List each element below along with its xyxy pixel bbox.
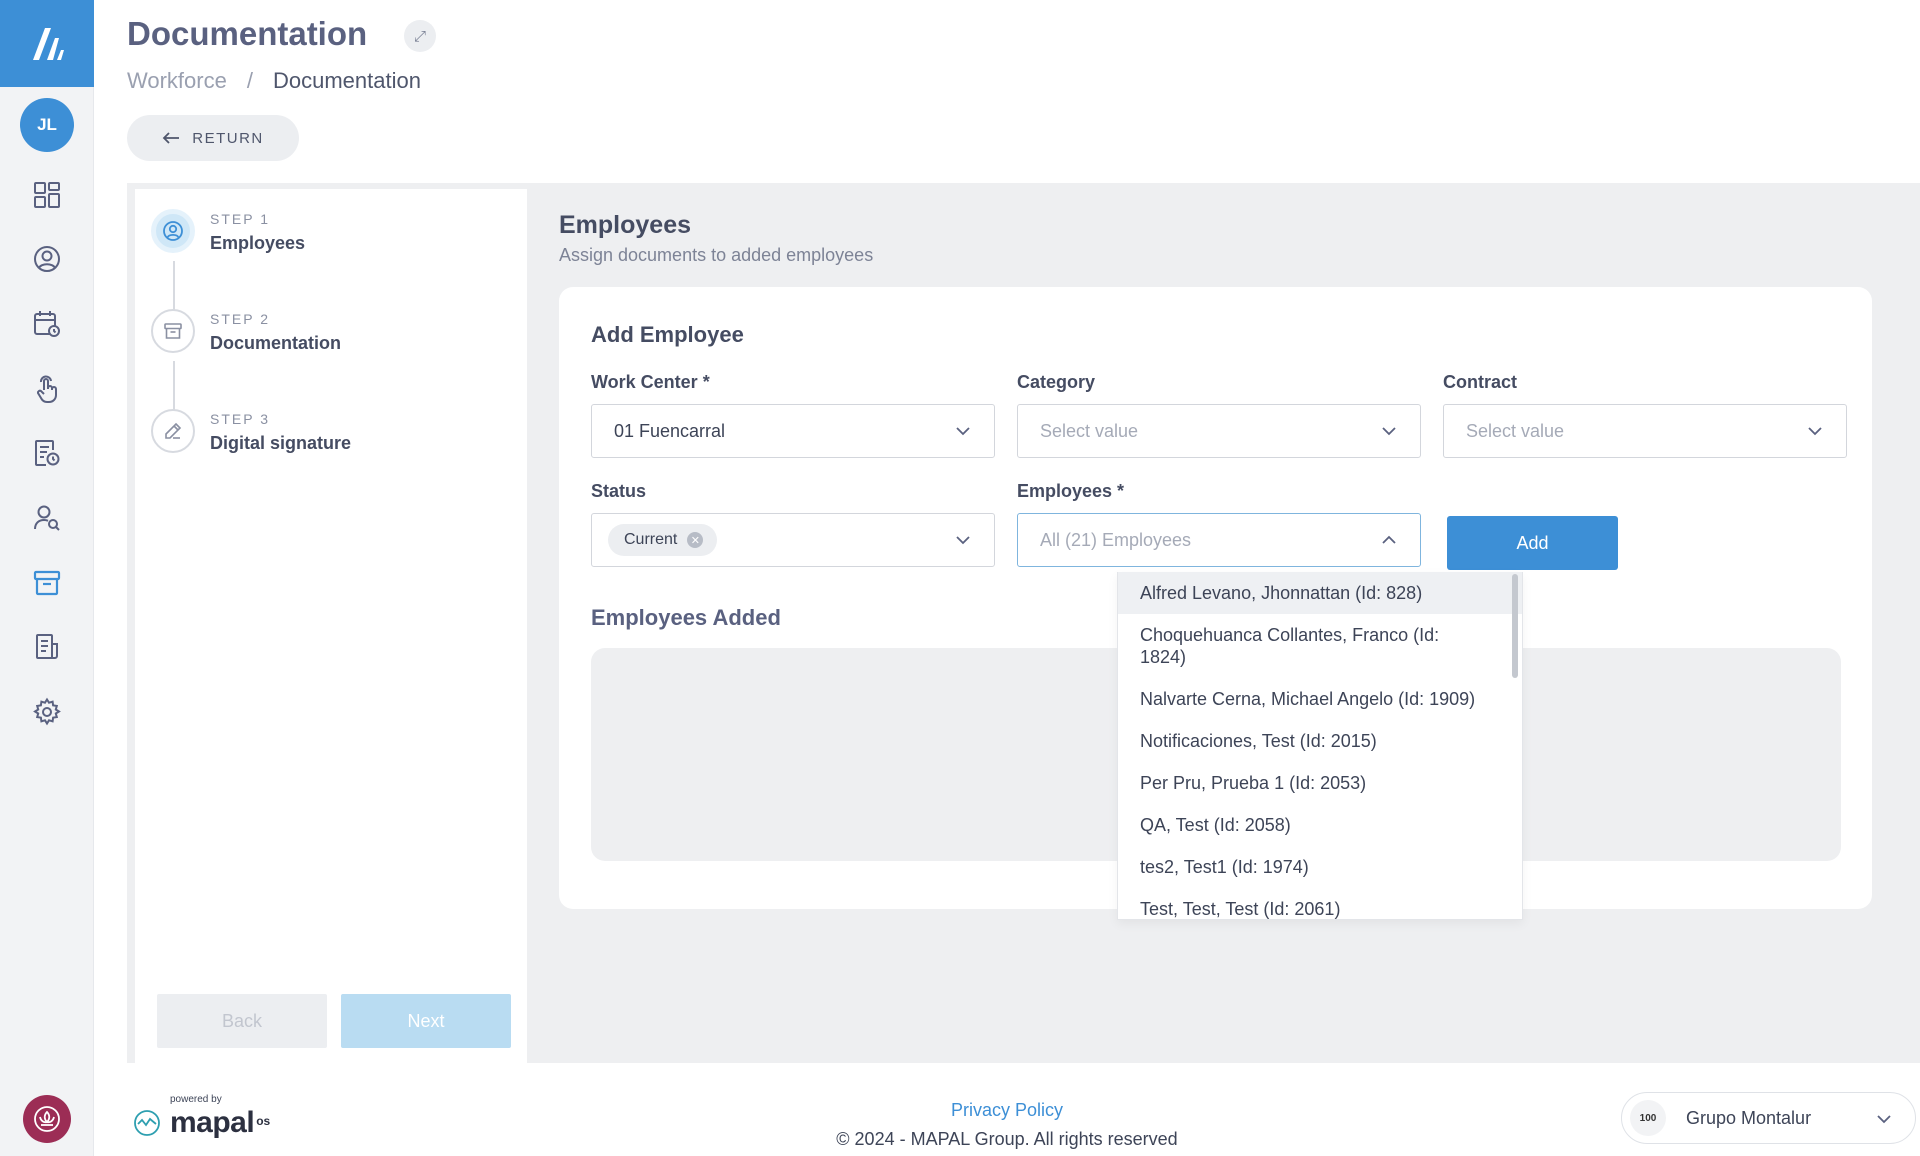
list-item[interactable]: Nalvarte Cerna, Michael Angelo (Id: 1909… bbox=[1118, 678, 1522, 720]
chevron-down-icon bbox=[1382, 427, 1396, 436]
work-center-label: Work Center * bbox=[591, 372, 710, 392]
calendar-clock-icon[interactable] bbox=[31, 308, 63, 340]
archive-icon[interactable] bbox=[31, 567, 63, 599]
status-select[interactable]: Current ✕ bbox=[591, 513, 995, 567]
arrow-left-icon bbox=[162, 132, 180, 144]
company-name: Grupo Montalur bbox=[1686, 1107, 1812, 1128]
list-item[interactable]: Alfred Levano, Jhonnattan (Id: 828) bbox=[1118, 572, 1522, 614]
sidebar: JL bbox=[0, 0, 94, 1156]
list-item[interactable]: Per Pru, Prueba 1 (Id: 2053) bbox=[1118, 762, 1522, 804]
step-1-circle bbox=[151, 209, 195, 253]
chevron-down-icon bbox=[1877, 1115, 1891, 1124]
back-button[interactable]: Back bbox=[157, 994, 327, 1048]
chevron-down-icon bbox=[956, 536, 970, 545]
step-1[interactable]: STEP 1 Employees bbox=[151, 209, 305, 254]
expand-icon: ⤢ bbox=[413, 27, 426, 45]
app-logo[interactable] bbox=[0, 0, 94, 87]
employees-select[interactable]: All (21) Employees bbox=[1017, 513, 1421, 567]
employees-added-title: Employees Added bbox=[591, 605, 781, 630]
chevron-down-icon bbox=[956, 427, 970, 436]
step-3-label: STEP 3 bbox=[210, 411, 270, 427]
breadcrumb-separator: / bbox=[246, 68, 253, 93]
add-button[interactable]: Add bbox=[1447, 516, 1618, 570]
content-title: Employees bbox=[559, 211, 692, 239]
main-area: Documentation ⤢ Workforce / Documentation … bbox=[94, 0, 1920, 1156]
contract-select[interactable]: Select value bbox=[1443, 404, 1847, 458]
pen-icon bbox=[165, 422, 182, 439]
step-3[interactable]: STEP 3 Digital signature bbox=[151, 409, 351, 454]
status-label: Status bbox=[591, 481, 647, 501]
return-button[interactable]: RETURN bbox=[127, 115, 299, 161]
next-button[interactable]: Next bbox=[341, 994, 511, 1048]
return-label: RETURN bbox=[192, 129, 264, 147]
work-center-select[interactable]: 01 Fuencarral bbox=[591, 404, 995, 458]
step-connector bbox=[173, 361, 175, 415]
contract-label: Contract bbox=[1443, 372, 1518, 392]
gear-icon[interactable] bbox=[31, 696, 63, 728]
step-2-label: STEP 2 bbox=[210, 311, 270, 327]
archive-icon bbox=[164, 323, 182, 339]
list-item[interactable]: Notificaciones, Test (Id: 2015) bbox=[1118, 720, 1522, 762]
contract-placeholder: Select value bbox=[1466, 420, 1565, 441]
list-item[interactable]: Test, Test, Test (Id: 2061) bbox=[1118, 888, 1522, 919]
step-2-name: Documentation bbox=[210, 333, 342, 353]
list-item[interactable]: Choquehuanca Collantes, Franco (Id: 1824… bbox=[1118, 614, 1522, 678]
chevron-down-icon bbox=[1808, 427, 1822, 436]
status-chip: Current ✕ bbox=[608, 524, 718, 556]
wellbeing-badge[interactable] bbox=[23, 1095, 71, 1143]
dropdown-scrollbar[interactable] bbox=[1512, 574, 1518, 678]
employees-label: Employees * bbox=[1017, 481, 1125, 501]
expand-button[interactable]: ⤢ bbox=[404, 20, 436, 52]
steps-panel: STEP 1 Employees STEP 2 Documentation ST… bbox=[135, 189, 527, 1063]
chevron-up-icon bbox=[1382, 535, 1396, 544]
user-circle-icon[interactable] bbox=[31, 243, 63, 275]
company-logo: 100 bbox=[1630, 1100, 1666, 1136]
work-center-value: 01 Fuencarral bbox=[614, 420, 726, 441]
document-list-icon[interactable] bbox=[31, 631, 63, 663]
workspace: STEP 1 Employees STEP 2 Documentation ST… bbox=[127, 183, 1920, 1063]
card-title: Add Employee bbox=[591, 322, 744, 347]
footer: powered by mapal os Privacy Policy © 202… bbox=[94, 1078, 1920, 1156]
step-1-label: STEP 1 bbox=[210, 211, 270, 227]
step-3-circle bbox=[151, 409, 195, 453]
step-1-name: Employees bbox=[210, 233, 306, 253]
step-2[interactable]: STEP 2 Documentation bbox=[151, 309, 341, 354]
user-circle-icon bbox=[163, 221, 183, 241]
category-select[interactable]: Select value bbox=[1017, 404, 1421, 458]
employees-dropdown: Alfred Levano, Jhonnattan (Id: 828) Choq… bbox=[1117, 572, 1523, 920]
hand-touch-icon[interactable] bbox=[31, 373, 63, 405]
user-avatar[interactable]: JL bbox=[20, 98, 74, 152]
breadcrumb-current: Documentation bbox=[272, 68, 421, 93]
employees-placeholder: All (21) Employees bbox=[1040, 529, 1192, 550]
company-selector[interactable]: 100 Grupo Montalur bbox=[1621, 1092, 1916, 1144]
lotus-icon bbox=[34, 1106, 60, 1132]
breadcrumb-parent[interactable]: Workforce bbox=[127, 68, 227, 93]
close-icon[interactable]: ✕ bbox=[687, 532, 704, 548]
page-title: Documentation bbox=[127, 15, 368, 52]
content-subtitle: Assign documents to added employees bbox=[559, 245, 874, 265]
step-connector bbox=[173, 261, 175, 315]
list-item[interactable]: tes2, Test1 (Id: 1974) bbox=[1118, 846, 1522, 888]
category-placeholder: Select value bbox=[1040, 420, 1139, 441]
step-3-name: Digital signature bbox=[210, 433, 352, 453]
logo-icon bbox=[33, 27, 64, 60]
step-2-circle bbox=[151, 309, 195, 353]
category-label: Category bbox=[1017, 372, 1096, 392]
report-clock-icon[interactable] bbox=[31, 437, 63, 469]
status-chip-label: Current bbox=[624, 531, 678, 548]
dashboard-icon[interactable] bbox=[31, 179, 63, 211]
user-search-icon[interactable] bbox=[31, 502, 63, 534]
list-item[interactable]: QA, Test (Id: 2058) bbox=[1118, 804, 1522, 846]
breadcrumb: Workforce / Documentation bbox=[127, 68, 421, 94]
